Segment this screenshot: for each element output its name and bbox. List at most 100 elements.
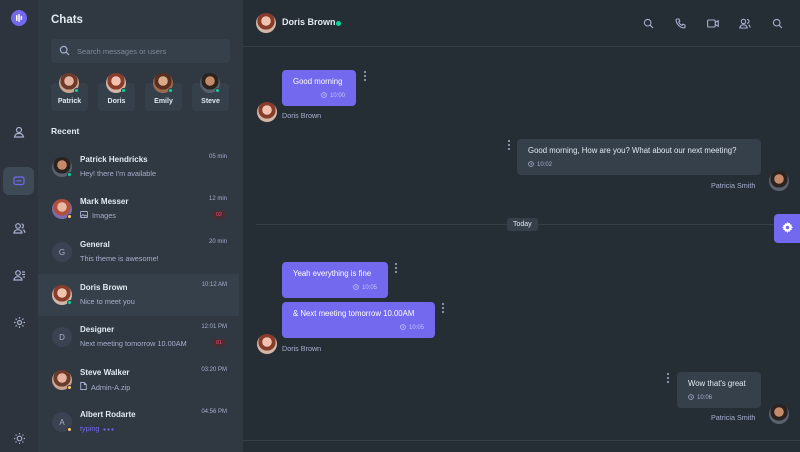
date-divider-label: Today bbox=[507, 218, 538, 231]
sender-avatar bbox=[769, 171, 789, 191]
avatar: D bbox=[52, 327, 72, 347]
message-menu-icon[interactable] bbox=[363, 71, 367, 81]
chat-name: Albert Rodarte bbox=[80, 410, 136, 419]
user-profile-icon[interactable] bbox=[736, 14, 754, 32]
chat-name: Mark Messer bbox=[80, 197, 129, 206]
online-user-name: Doris bbox=[107, 98, 126, 105]
sender-avatar bbox=[257, 334, 277, 354]
sender-name: Patricia Smith bbox=[711, 413, 756, 422]
video-call-icon[interactable] bbox=[704, 14, 722, 32]
chats-icon[interactable] bbox=[3, 167, 34, 195]
typing-dots-icon bbox=[103, 424, 115, 433]
app-logo-icon[interactable] bbox=[11, 10, 27, 26]
chat-preview: typing bbox=[80, 424, 115, 433]
sender-avatar bbox=[257, 102, 277, 122]
recent-label: Recent bbox=[51, 126, 80, 136]
message-bubble-incoming[interactable]: Yeah everything is fine 10:05 bbox=[282, 262, 388, 298]
unread-badge: 02 bbox=[211, 211, 226, 219]
online-user[interactable]: Doris bbox=[98, 73, 135, 111]
chat-item-selected[interactable]: Doris Brown Nice to meet you 10:12 AM bbox=[38, 274, 239, 316]
phone-icon[interactable] bbox=[671, 14, 689, 32]
message-time: 10:06 bbox=[688, 394, 750, 402]
online-user[interactable]: Steve bbox=[192, 73, 229, 111]
chat-preview-text: Hey! there I'm available bbox=[80, 169, 157, 178]
theme-settings-button[interactable] bbox=[774, 214, 800, 243]
message-time: 10:00 bbox=[293, 92, 345, 100]
chat-time: 04:56 PM bbox=[201, 409, 227, 415]
message-bubble-outgoing[interactable]: Good morning, How are you? What about ou… bbox=[517, 139, 761, 175]
chat-time: 05 min bbox=[208, 154, 227, 160]
chat-time: 12 min bbox=[208, 196, 227, 202]
search-input[interactable] bbox=[77, 39, 227, 63]
chat-list-panel: Chats Patrick Doris Emily Steve Recent P… bbox=[38, 0, 243, 452]
message-bubble-incoming[interactable]: & Next meeting tomorrow 10.00AM 10:05 bbox=[282, 302, 435, 338]
message-time-text: 10:05 bbox=[361, 285, 377, 291]
status-dot bbox=[67, 300, 72, 305]
message-menu-icon[interactable] bbox=[441, 303, 445, 313]
search-messages-icon[interactable] bbox=[768, 14, 786, 32]
chat-name: Steve Walker bbox=[80, 368, 130, 377]
chat-item[interactable]: Patrick Hendricks Hey! there I'm availab… bbox=[38, 151, 239, 193]
sender-name: Patricia Smith bbox=[711, 181, 756, 190]
clock-icon bbox=[688, 394, 694, 402]
chat-item[interactable]: D Designer Next meeting tomorrow 10.00AM… bbox=[38, 321, 239, 363]
conversation-header: Doris Brown bbox=[243, 0, 800, 47]
groups-icon[interactable] bbox=[8, 217, 30, 239]
chat-preview: Nice to meet you bbox=[80, 297, 135, 306]
message-time: 10:05 bbox=[293, 284, 377, 292]
chat-time: 10:12 AM bbox=[201, 282, 227, 288]
message-time-text: 10:00 bbox=[329, 93, 345, 99]
message-bubble-outgoing[interactable]: Wow that's great 10:06 bbox=[677, 372, 761, 408]
image-icon bbox=[80, 211, 88, 220]
chat-preview-text: Images bbox=[92, 211, 116, 220]
online-user[interactable]: Patrick bbox=[51, 73, 88, 111]
message-text: & Next meeting tomorrow 10.00AM bbox=[293, 309, 415, 318]
chat-name: Patrick Hendricks bbox=[80, 155, 148, 164]
file-icon bbox=[80, 382, 87, 392]
message-menu-icon[interactable] bbox=[394, 263, 398, 273]
chat-preview-text: Next meeting tomorrow 10.00AM bbox=[80, 339, 187, 348]
chat-item[interactable]: G General This theme is awesome! 20 min bbox=[38, 236, 239, 278]
message-text: Wow that's great bbox=[688, 379, 746, 388]
chat-name: Doris Brown bbox=[80, 283, 128, 292]
chat-time: 12:01 PM bbox=[201, 324, 227, 330]
chat-time: 20 min bbox=[208, 239, 227, 245]
message-time: 10:02 bbox=[528, 161, 750, 169]
sender-avatar bbox=[769, 404, 789, 424]
unread-badge: 01 bbox=[211, 339, 226, 347]
message-text: Good morning bbox=[293, 77, 343, 86]
online-user[interactable]: Emily bbox=[145, 73, 182, 111]
online-status-dot bbox=[74, 88, 79, 93]
typing-indicator: typing bbox=[80, 424, 100, 433]
chat-item[interactable]: A Albert Rodarte typing 04:56 PM bbox=[38, 406, 239, 448]
profile-icon[interactable] bbox=[8, 121, 30, 143]
message-time-text: 10:02 bbox=[537, 162, 553, 168]
chat-name: Designer bbox=[80, 325, 115, 334]
clock-icon bbox=[353, 284, 359, 292]
online-user-name: Emily bbox=[154, 98, 173, 105]
search-box[interactable] bbox=[51, 39, 230, 63]
message-time-text: 10:05 bbox=[408, 325, 424, 331]
contact-name[interactable]: Doris Brown bbox=[282, 17, 336, 27]
online-status-dot bbox=[168, 88, 173, 93]
online-user-name: Patrick bbox=[57, 98, 82, 105]
online-status-dot bbox=[215, 88, 220, 93]
composer-divider bbox=[243, 440, 800, 441]
chat-preview-text: This theme is awesome! bbox=[80, 254, 159, 263]
message-menu-icon[interactable] bbox=[666, 373, 670, 383]
status-dot bbox=[67, 385, 72, 390]
contact-avatar[interactable] bbox=[256, 13, 276, 33]
chat-name: General bbox=[80, 240, 110, 249]
message-menu-icon[interactable] bbox=[507, 140, 511, 150]
chat-item[interactable]: Steve Walker Admin-A.zip 03:20 PM bbox=[38, 364, 239, 406]
nav-rail bbox=[0, 0, 38, 452]
search-icon[interactable] bbox=[639, 14, 657, 32]
chat-preview: Images bbox=[80, 211, 116, 220]
message-bubble-incoming[interactable]: Good morning 10:00 bbox=[282, 70, 356, 106]
online-user-name: Steve bbox=[201, 98, 220, 105]
settings-icon[interactable] bbox=[8, 311, 30, 333]
contacts-icon[interactable] bbox=[8, 264, 30, 286]
theme-toggle-icon[interactable] bbox=[8, 427, 30, 449]
chat-item[interactable]: Mark Messer Images 12 min 02 bbox=[38, 193, 239, 235]
message-text: Good morning, How are you? What about ou… bbox=[528, 146, 737, 155]
